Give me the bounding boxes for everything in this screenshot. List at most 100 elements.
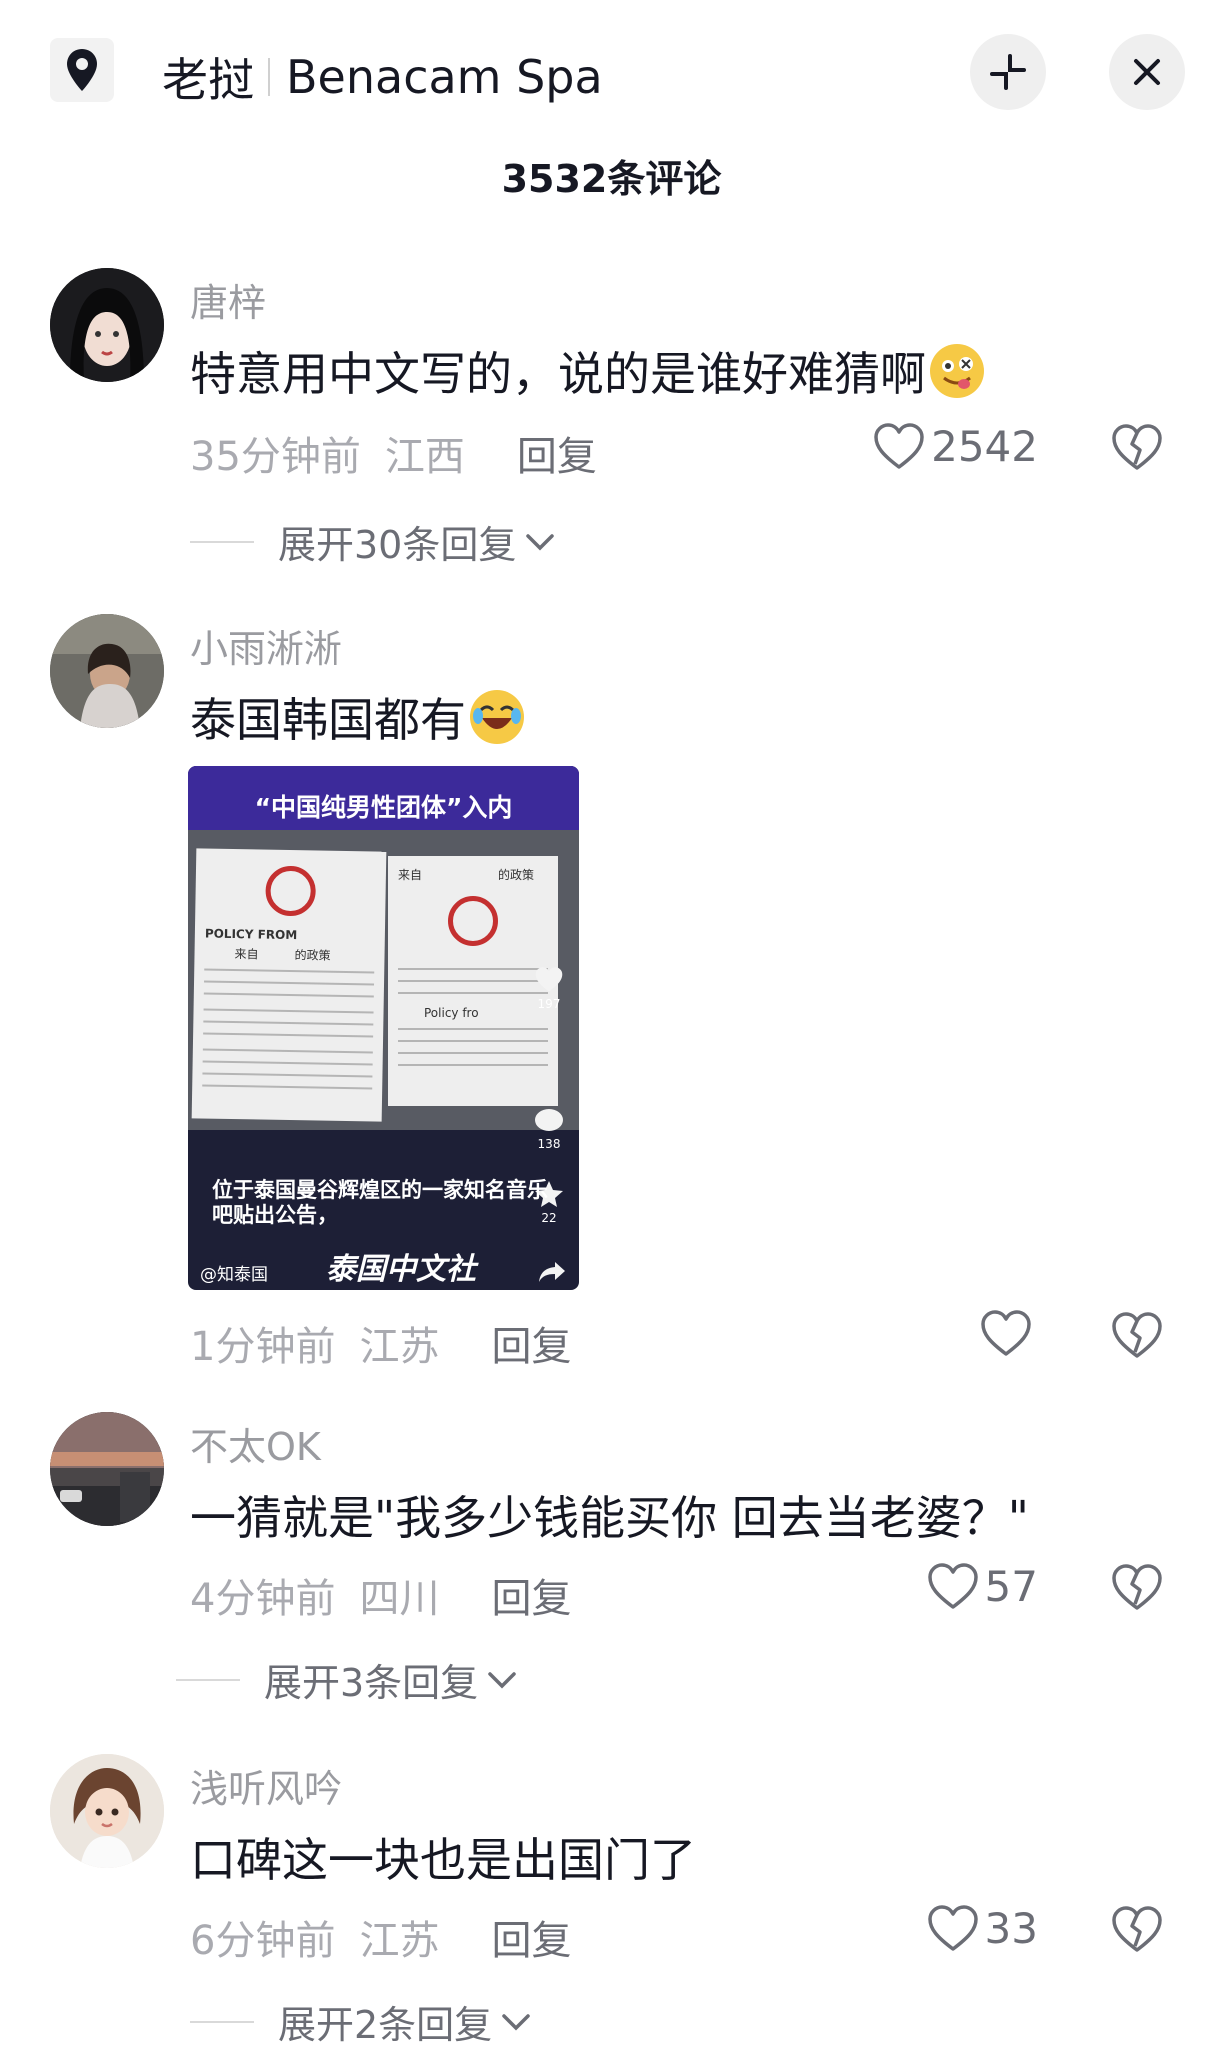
comment-text-body: 一猜就是"我多少钱能买你 回去当老婆？" <box>190 1491 1029 1545</box>
chevron-down-icon <box>502 2013 530 2030</box>
expand-replies-button[interactable]: 展开3条回复 <box>176 1652 518 1707</box>
comment-text: 一猜就是"我多少钱能买你 回去当老婆？" <box>190 1482 1029 1548</box>
text-line <box>203 1020 374 1026</box>
comment-text-body: 特意用中文写的，说的是谁好难猜啊 <box>190 347 926 401</box>
expand-replies-label: 展开3条回复 <box>264 1661 479 1705</box>
comment-time: 1分钟前 <box>190 1324 336 1370</box>
broken-heart-icon <box>1112 1312 1162 1358</box>
text-line <box>203 992 374 998</box>
broken-heart-icon <box>1112 424 1162 470</box>
text-line <box>398 1040 548 1042</box>
expand-replies-label: 展开30条回复 <box>278 523 517 567</box>
heart-icon <box>874 422 924 469</box>
text-line <box>398 1064 548 1066</box>
location-name: 老挝 <box>162 53 254 107</box>
location-pin-icon[interactable] <box>50 38 114 102</box>
image-banner: “中国纯男性团体”入内 <box>188 766 579 830</box>
heart-icon <box>981 1310 1031 1356</box>
broken-heart-icon <box>1112 1906 1162 1952</box>
comment-bubble-icon <box>535 1109 563 1131</box>
like-button[interactable]: 33 <box>927 1904 1038 1953</box>
rolling-laughing-emoji-icon <box>470 690 524 744</box>
text-line <box>204 968 375 974</box>
image-caption-line: 位于泰国曼谷辉煌区的一家知名音乐 <box>212 1178 548 1202</box>
avatar[interactable] <box>50 268 164 382</box>
image-side-comments: 138 <box>529 1108 569 1151</box>
like-count: 2542 <box>931 422 1038 471</box>
chevron-down-icon <box>488 1671 516 1688</box>
close-button[interactable] <box>1109 34 1185 110</box>
avatar[interactable] <box>50 614 164 728</box>
comment-time: 35分钟前 <box>190 434 361 480</box>
text-line <box>203 1008 374 1014</box>
like-button[interactable]: 57 <box>927 1562 1038 1611</box>
expand-divider <box>190 540 254 543</box>
dislike-button[interactable] <box>1111 1906 1163 1958</box>
comment-text-body: 口碑这一块也是出国门了 <box>190 1833 696 1887</box>
reply-button[interactable]: 回复 <box>491 1314 571 1372</box>
avatar[interactable] <box>50 1412 164 1526</box>
no-entry-icon <box>448 896 498 946</box>
text-line <box>202 1060 373 1066</box>
comment-location: 江苏 <box>359 1324 440 1370</box>
comment-time: 4分钟前 <box>190 1576 336 1622</box>
text-line <box>398 1052 548 1054</box>
side-like-count: 197 <box>537 997 561 1011</box>
comment-meta: 35分钟前 江西 回复 <box>190 424 597 482</box>
policy-paper-left: POLICY FROM 来自 的政策 <box>191 848 387 1122</box>
drooling-face-emoji-icon <box>930 344 984 398</box>
reply-button[interactable]: 回复 <box>517 424 597 482</box>
comment-meta: 4分钟前 四川 回复 <box>190 1566 571 1624</box>
paper-left-title: POLICY FROM <box>204 926 298 943</box>
heart-icon <box>927 1562 978 1609</box>
side-comment-count: 138 <box>537 1137 561 1151</box>
expand-divider <box>190 2020 254 2023</box>
comment-username[interactable]: 浅听风吟 <box>190 1758 342 1813</box>
like-count: 57 <box>984 1562 1038 1611</box>
expand-divider <box>176 1678 240 1681</box>
comment-location: 江西 <box>384 434 465 480</box>
dislike-button[interactable] <box>1111 1564 1163 1616</box>
title-divider <box>268 58 270 96</box>
dislike-button[interactable] <box>1111 424 1163 476</box>
image-caption-line: 吧贴出公告， <box>212 1203 338 1228</box>
comment-count-title: 3532条评论 <box>501 157 722 201</box>
text-line <box>202 1072 373 1078</box>
like-count: 33 <box>984 1904 1038 1953</box>
place-name: Benacam Spa <box>286 50 603 104</box>
comment-text: 特意用中文写的，说的是谁好难猜啊 <box>190 338 984 404</box>
text-line <box>398 980 548 982</box>
comment-username[interactable]: 小雨淅淅 <box>190 618 342 673</box>
comment-username[interactable]: 不太OK <box>190 1416 321 1471</box>
chevron-down-icon <box>526 533 555 550</box>
expand-replies-button[interactable]: 展开30条回复 <box>190 514 556 569</box>
collapse-icon <box>990 54 1026 90</box>
text-line <box>398 992 548 994</box>
image-side-likes: 197 <box>529 966 569 1011</box>
dislike-button[interactable] <box>1111 1312 1163 1364</box>
like-button[interactable] <box>980 1310 1038 1358</box>
comment-meta: 1分钟前 江苏 回复 <box>190 1314 571 1372</box>
location-title[interactable]: 老挝 Benacam Spa <box>162 44 603 110</box>
paper-right-sub: 的政策 <box>498 868 535 882</box>
comment-username[interactable]: 唐梓 <box>190 272 266 327</box>
expand-replies-button[interactable]: 展开2条回复 <box>190 1994 532 2048</box>
collapse-button[interactable] <box>970 34 1046 110</box>
broken-heart-icon <box>1112 1564 1162 1610</box>
paper-left-sub2: 的政策 <box>294 948 331 963</box>
reply-button[interactable]: 回复 <box>491 1566 571 1624</box>
text-line <box>202 1084 373 1090</box>
comment-location: 江苏 <box>359 1918 440 1964</box>
comment-location: 四川 <box>359 1576 440 1622</box>
reply-button[interactable]: 回复 <box>491 1908 571 1966</box>
text-line <box>202 1048 373 1054</box>
comment-text-body: 泰国韩国都有 <box>190 693 466 747</box>
close-icon <box>1134 59 1160 85</box>
comment-image[interactable]: “中国纯男性团体”入内 POLICY FROM 来自 的政策 来自 的政策 Po… <box>188 766 579 1290</box>
paper-right-title: 来自 <box>398 868 423 882</box>
paper-left-sub: 来自 <box>234 947 259 962</box>
like-button[interactable]: 2542 <box>873 422 1038 471</box>
no-entry-icon <box>265 865 317 917</box>
text-line <box>204 980 375 986</box>
avatar[interactable] <box>50 1754 164 1868</box>
